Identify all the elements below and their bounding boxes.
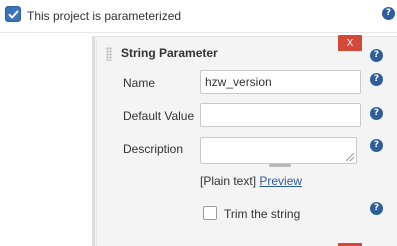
resize-handle-icon[interactable] <box>346 153 354 161</box>
help-icon[interactable]: ? <box>370 107 383 120</box>
parameterized-checkbox[interactable] <box>5 6 21 22</box>
checkmark-icon <box>8 10 18 18</box>
divider <box>0 32 397 33</box>
default-value-input[interactable] <box>200 103 361 127</box>
parameter-title: String Parameter <box>121 46 218 60</box>
parameterized-label: This project is parameterized <box>27 9 182 23</box>
help-icon[interactable]: ? <box>370 73 383 86</box>
drag-handle-icon[interactable] <box>106 47 112 61</box>
delete-parameter-button[interactable]: X <box>338 35 362 51</box>
format-info: [Plain text] Preview <box>200 174 302 188</box>
textarea-expand-handle[interactable] <box>269 164 291 167</box>
help-icon[interactable]: ? <box>382 7 395 20</box>
name-input[interactable]: hzw_version <box>200 70 361 94</box>
help-icon[interactable]: ? <box>370 202 383 215</box>
default-value-label: Default Value <box>123 109 195 123</box>
description-label: Description <box>123 142 184 156</box>
trim-string-checkbox[interactable] <box>203 206 217 220</box>
description-textarea[interactable] <box>200 137 357 164</box>
preview-link[interactable]: Preview <box>259 174 302 188</box>
help-icon[interactable]: ? <box>370 139 383 152</box>
panel-border <box>96 38 97 246</box>
help-icon[interactable]: ? <box>370 49 383 62</box>
trim-string-label: Trim the string <box>224 207 301 221</box>
name-label: Name <box>123 76 156 90</box>
plain-text-label: [Plain text] <box>200 174 257 188</box>
